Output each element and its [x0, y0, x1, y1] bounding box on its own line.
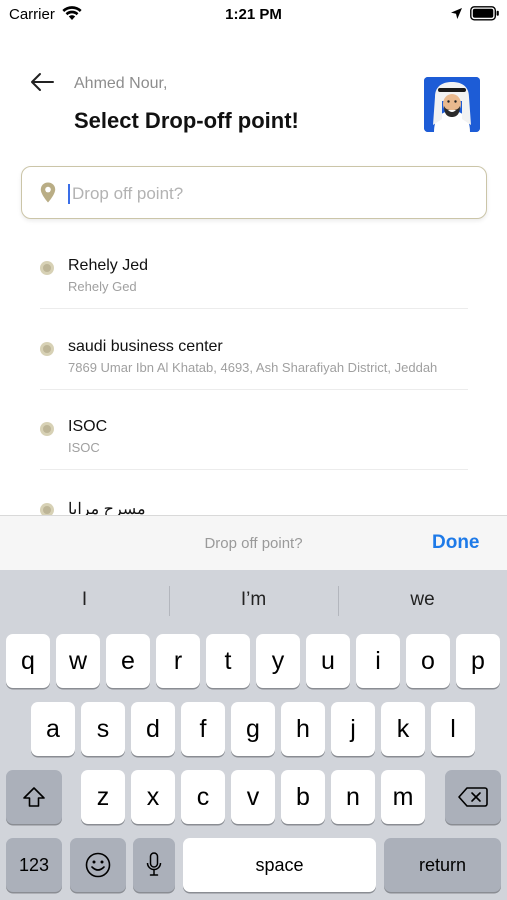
- key-letter[interactable]: o: [406, 634, 450, 688]
- key-letter[interactable]: h: [281, 702, 325, 756]
- location-title: saudi business center: [68, 338, 223, 355]
- delete-icon: [458, 787, 488, 807]
- location-title: مسرح مرايا: [68, 501, 146, 515]
- key-letter[interactable]: b: [281, 770, 325, 824]
- key-letter[interactable]: u: [306, 634, 350, 688]
- drop-off-search-field[interactable]: [21, 166, 487, 219]
- status-time: 1:21 PM: [225, 6, 282, 23]
- location-marker-icon: [40, 342, 54, 356]
- microphone-icon: [146, 852, 162, 876]
- location-marker-icon: [40, 261, 54, 275]
- divider: [40, 308, 468, 309]
- key-letter[interactable]: n: [331, 770, 375, 824]
- location-subtitle: 7869 Umar Ibn Al Khatab, 4693, Ash Shara…: [68, 360, 438, 375]
- divider: [40, 469, 468, 470]
- delete-key[interactable]: [445, 770, 501, 824]
- keyboard-accessory-bar: Drop off point? Done: [0, 515, 507, 570]
- status-bar: Carrier 1:21 PM: [0, 0, 507, 30]
- key-letter[interactable]: q: [6, 634, 50, 688]
- key-letter[interactable]: z: [81, 770, 125, 824]
- key-letter[interactable]: s: [81, 702, 125, 756]
- location-marker-icon: [40, 422, 54, 436]
- shift-icon: [23, 787, 45, 807]
- keyboard: I I’m we q w e r t y u i o p a s d f g h…: [0, 570, 507, 900]
- text-caret: [68, 184, 70, 204]
- location-subtitle: ISOC: [68, 440, 100, 455]
- map-pin-icon: [40, 182, 56, 208]
- location-subtitle: Rehely Ged: [68, 279, 137, 294]
- suggestion-item[interactable]: I’m: [169, 570, 338, 630]
- key-letter[interactable]: r: [156, 634, 200, 688]
- key-letter[interactable]: w: [56, 634, 100, 688]
- accessory-placeholder: Drop off point?: [204, 535, 303, 552]
- back-button[interactable]: [26, 68, 58, 96]
- key-letter[interactable]: c: [181, 770, 225, 824]
- suggestion-item[interactable]: we: [338, 570, 507, 630]
- key-letter[interactable]: i: [356, 634, 400, 688]
- dictation-key[interactable]: [133, 838, 175, 892]
- key-letter[interactable]: f: [181, 702, 225, 756]
- key-letter[interactable]: a: [31, 702, 75, 756]
- shift-key[interactable]: [6, 770, 62, 824]
- key-letter[interactable]: m: [381, 770, 425, 824]
- list-item[interactable]: ISOC ISOC: [0, 401, 507, 481]
- drop-off-search-input[interactable]: [72, 177, 472, 210]
- key-letter[interactable]: t: [206, 634, 250, 688]
- return-key[interactable]: return: [384, 838, 501, 892]
- key-letter[interactable]: p: [456, 634, 500, 688]
- location-title: ISOC: [68, 418, 108, 435]
- key-letter[interactable]: g: [231, 702, 275, 756]
- key-letter[interactable]: j: [331, 702, 375, 756]
- key-letter[interactable]: k: [381, 702, 425, 756]
- list-item[interactable]: Rehely Jed Rehely Ged: [0, 240, 507, 320]
- page-title: Select Drop-off point!: [74, 108, 299, 133]
- key-letter[interactable]: y: [256, 634, 300, 688]
- user-greeting: Ahmed Nour,: [74, 75, 168, 92]
- divider: [40, 389, 468, 390]
- key-letter[interactable]: d: [131, 702, 175, 756]
- key-letter[interactable]: x: [131, 770, 175, 824]
- battery-icon: [470, 6, 500, 26]
- avatar[interactable]: [424, 77, 480, 132]
- location-arrow-icon: [450, 7, 463, 25]
- key-letter[interactable]: v: [231, 770, 275, 824]
- key-letter[interactable]: e: [106, 634, 150, 688]
- space-key[interactable]: space: [183, 838, 376, 892]
- suggestion-item[interactable]: I: [0, 570, 169, 630]
- location-title: Rehely Jed: [68, 257, 149, 274]
- emoji-icon: [85, 852, 111, 878]
- emoji-key[interactable]: [70, 838, 126, 892]
- location-results-list: Rehely Jed Rehely Ged saudi business cen…: [0, 240, 507, 515]
- location-marker-icon: [40, 503, 54, 515]
- list-item[interactable]: saudi business center 7869 Umar Ibn Al K…: [0, 321, 507, 401]
- predictive-bar: I I’m we: [0, 570, 507, 630]
- key-letter[interactable]: l: [431, 702, 475, 756]
- done-button[interactable]: Done: [432, 532, 480, 554]
- numbers-key[interactable]: 123: [6, 838, 62, 892]
- back-arrow-icon: [31, 73, 54, 91]
- list-item[interactable]: مسرح مرايا: [0, 482, 507, 515]
